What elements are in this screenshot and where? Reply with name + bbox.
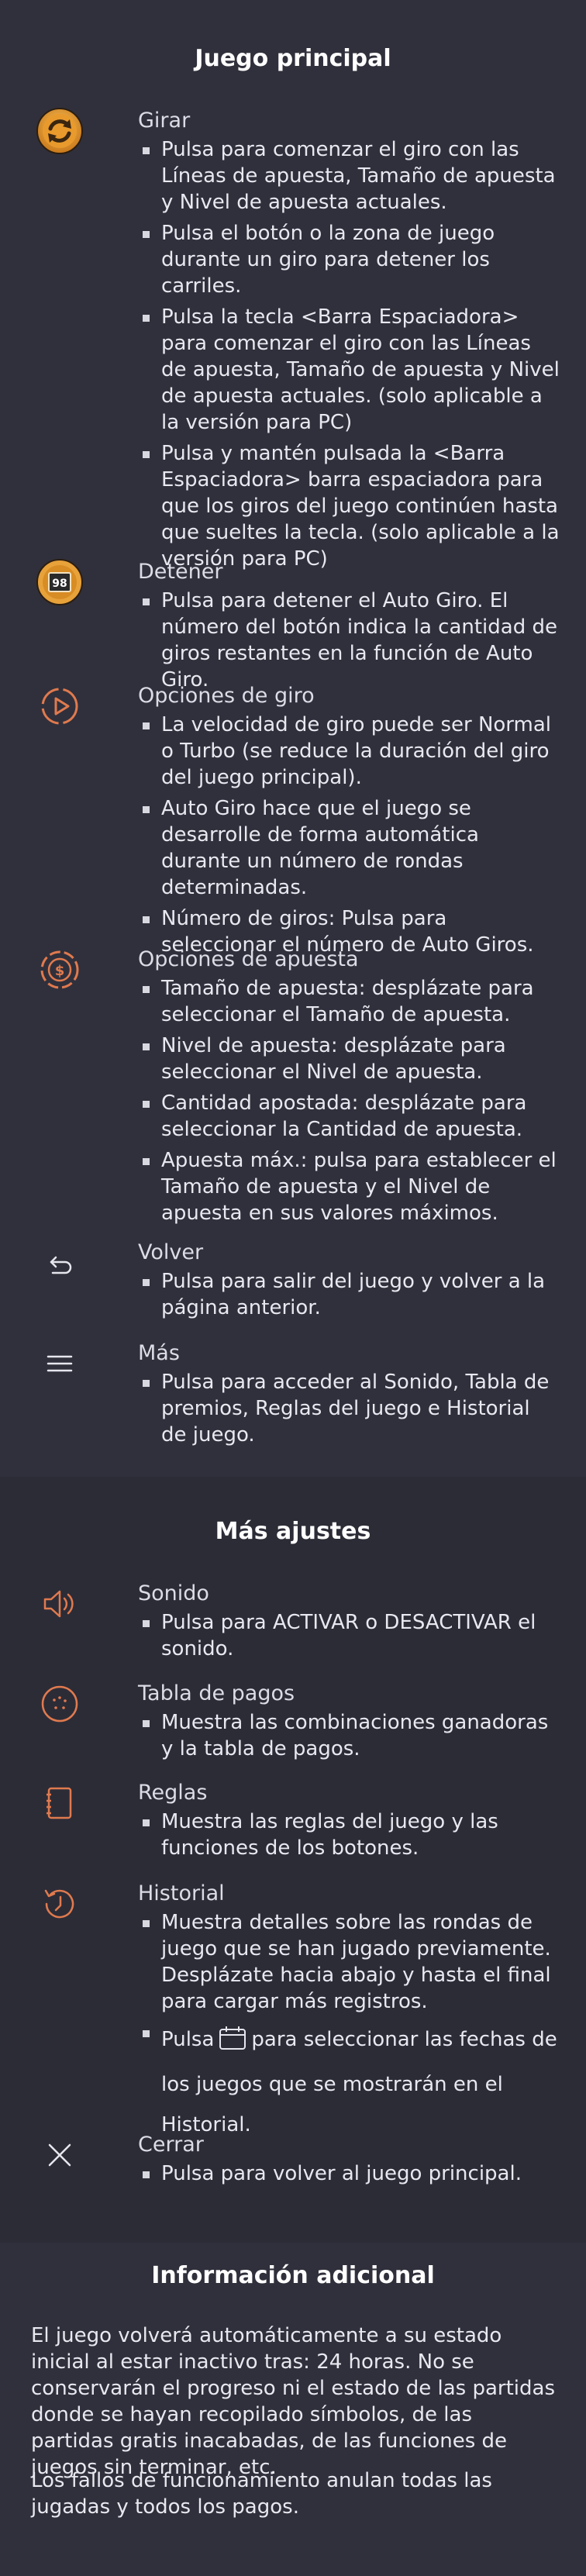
section-title-more: Más ajustes [215,1518,371,1545]
close-icon [36,2131,84,2179]
bullet: Nivel de apuesta: desplázate para selecc… [138,1033,561,1085]
item-bullets: Pulsa para acceder al Sonido, Tabla de p… [138,1369,561,1453]
item-title: Opciones de giro [138,684,315,708]
bullet: Pulsa y mantén pulsada la <Barra Espacia… [138,440,561,572]
item-bullets: Muestra las reglas del juego y las funci… [138,1809,561,1866]
bullet: Auto Giro hace que el juego se desarroll… [138,795,561,901]
item-bullets: Pulsa para comenzar el giro con las Líne… [138,136,561,577]
item-title: Sonido [138,1581,209,1605]
info-paragraph-1: El juego volverá automáticamente a su es… [31,2324,555,2479]
spin-icon [36,107,84,155]
bullet: Pulsa para detener el Auto Giro. El núme… [138,588,561,693]
spin-options-icon [36,682,84,730]
svg-text:$: $ [55,963,65,979]
bet-options-icon: $ [36,946,84,994]
item-bullets: Muestra las combinaciones ganadoras y la… [138,1709,561,1767]
item-title: Detener [138,560,223,584]
bullet: Pulsa la tecla <Barra Espaciadora> para … [138,304,561,436]
back-icon [36,1239,84,1287]
item-bullets: La velocidad de giro puede ser Normal o … [138,712,561,963]
bullet-calendar: Pulsa para seleccionar las fechas de los … [138,2019,561,2145]
additional-info-section: Información adicional El juego volverá a… [0,2243,586,2576]
bullet: Muestra las reglas del juego y las funci… [138,1809,561,1861]
bullet: Pulsa para acceder al Sonido, Tabla de p… [138,1369,561,1448]
bullet: Pulsa para salir del juego y volver a la… [138,1268,561,1321]
section-title-main: Juego principal [195,45,391,72]
info-paragraph-2: Los fallos de funcionamiento anulan toda… [31,2469,492,2519]
calendar-text-before: Pulsa [161,2028,215,2051]
bullet: Pulsa el botón o la zona de juego durant… [138,220,561,299]
item-bullets: Muestra detalles sobre las rondas de jue… [138,1909,561,2150]
item-title: Opciones de apuesta [138,947,359,971]
rules-icon [36,1779,84,1827]
item-bullets: Pulsa para salir del juego y volver a la… [138,1268,561,1326]
item-title: Historial [138,1881,225,1905]
item-title: Cerrar [138,2133,204,2157]
calendar-icon [219,2024,246,2064]
main-game-section: Juego principal Girar Pulsa para comenza… [0,0,586,1477]
history-icon [36,1880,84,1928]
item-title: Más [138,1341,180,1365]
menu-icon [36,1340,84,1388]
autospin-count: 98 [52,578,67,590]
item-title: Tabla de pagos [138,1681,295,1705]
bullet: Pulsa para ACTIVAR o DESACTIVAR el sonid… [138,1609,561,1662]
item-bullets: Tamaño de apuesta: desplázate para selec… [138,975,561,1231]
bullet: La velocidad de giro puede ser Normal o … [138,712,561,791]
more-settings-section: Más ajustes Sonido Pulsa para ACTIVAR o … [0,1477,586,2243]
bullet: Pulsa para comenzar el giro con las Líne… [138,136,561,216]
bullet: Pulsa para volver al juego principal. [138,2160,561,2187]
bullet: Muestra las combinaciones ganadoras y la… [138,1709,561,1762]
item-title: Reglas [138,1781,208,1805]
bullet: Tamaño de apuesta: desplázate para selec… [138,975,561,1028]
item-bullets: Pulsa para volver al juego principal. [138,2160,561,2191]
bullet: Muestra detalles sobre las rondas de jue… [138,1909,561,2015]
item-title: Volver [138,1240,204,1264]
item-bullets: Pulsa para detener el Auto Giro. El núme… [138,588,561,698]
sound-icon [36,1580,84,1628]
item-title: Girar [138,109,191,133]
section-title-info: Información adicional [151,2262,435,2289]
bullet: Cantidad apostada: desplázate para selec… [138,1090,561,1143]
stop-autospin-icon: 98 [36,558,84,606]
bullet: Apuesta máx.: pulsa para establecer el T… [138,1147,561,1226]
item-bullets: Pulsa para ACTIVAR o DESACTIVAR el sonid… [138,1609,561,1667]
paytable-icon [36,1680,84,1728]
